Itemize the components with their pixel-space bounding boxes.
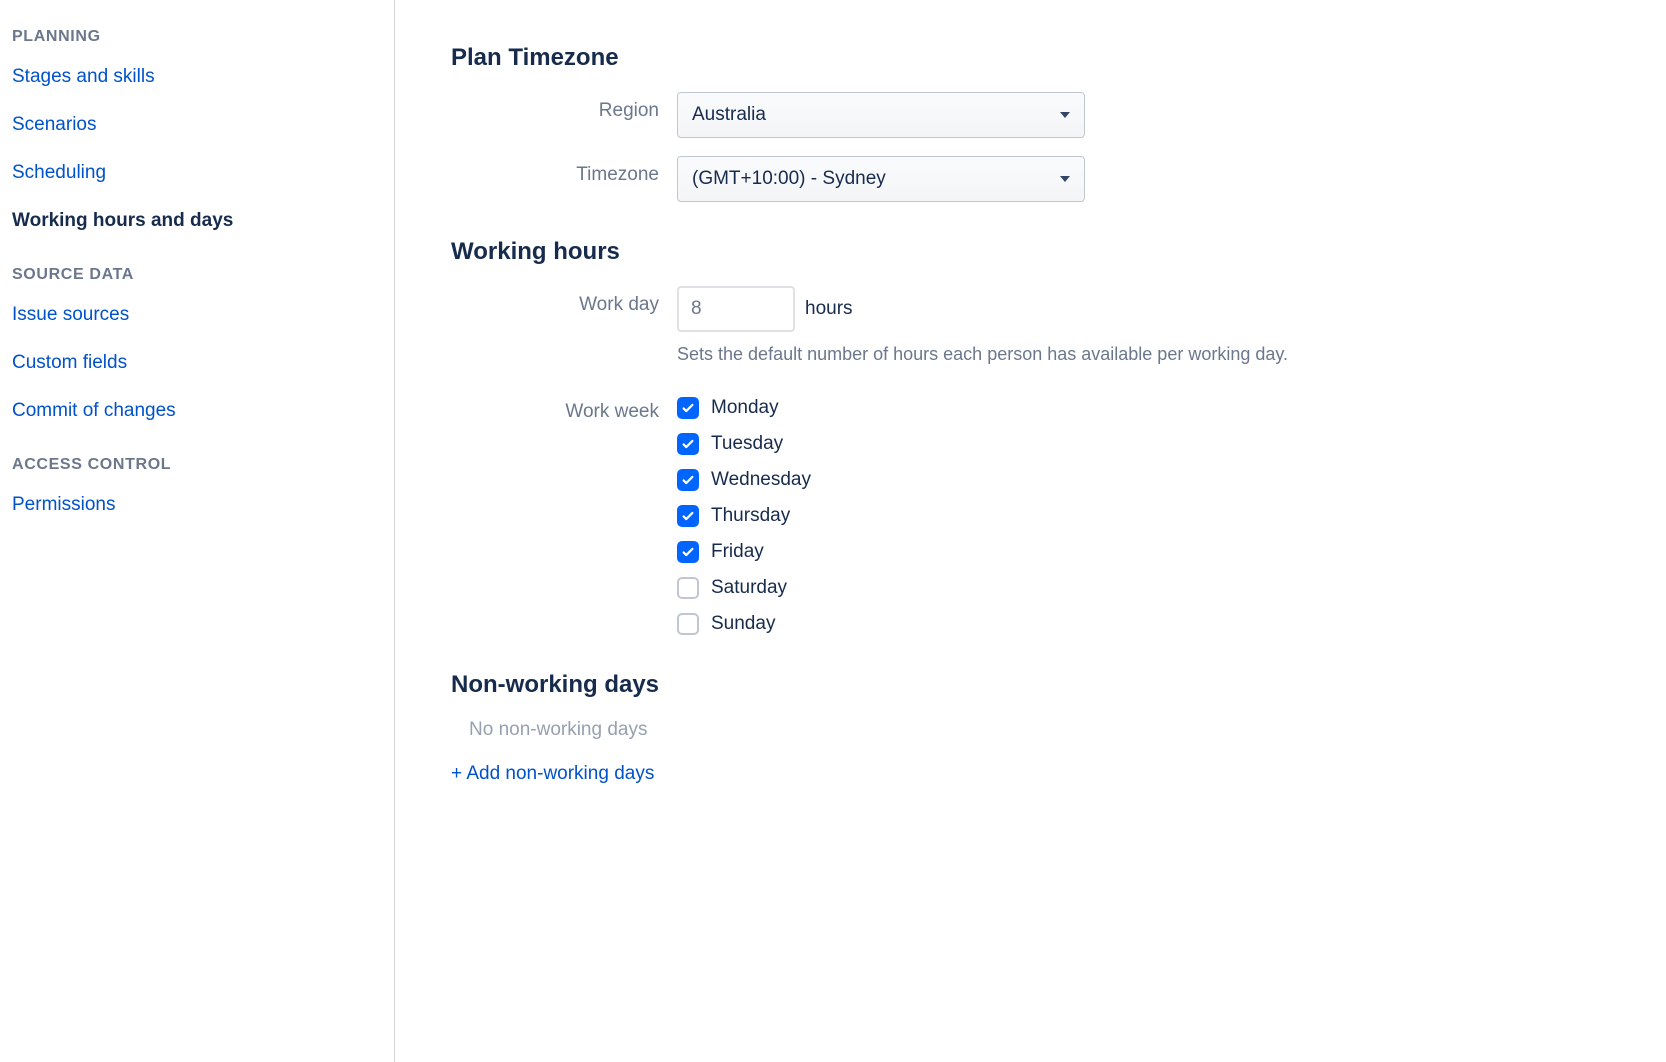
non-working-days-empty: No non-working days [469,719,1626,741]
timezone-label: Timezone [451,156,677,186]
workweek-checkbox-wednesday[interactable] [677,469,699,491]
workweek-label-friday: Friday [711,541,764,563]
check-icon [681,437,695,451]
work-day-help-text: Sets the default number of hours each pe… [677,344,1626,365]
working-hours-section: Working hours Work day hours Sets the de… [451,238,1626,635]
workweek-label-sunday: Sunday [711,613,775,635]
workweek-label-wednesday: Wednesday [711,469,811,491]
workweek-label-saturday: Saturday [711,577,787,599]
workweek-row-tuesday: Tuesday [677,433,1626,455]
chevron-down-icon [1060,176,1070,182]
workweek-row-thursday: Thursday [677,505,1626,527]
work-week-label: Work week [451,393,677,423]
timezone-select-value: (GMT+10:00) - Sydney [692,168,886,190]
workweek-label-thursday: Thursday [711,505,790,527]
work-day-input[interactable] [677,286,795,332]
sidebar-item-permissions[interactable]: Permissions [12,488,382,522]
plan-timezone-section: Plan Timezone Region Australia Timezone … [451,44,1626,202]
sidebar-section-header-access-control: ACCESS CONTROL [12,456,382,474]
workweek-checkbox-saturday[interactable] [677,577,699,599]
workweek-row-sunday: Sunday [677,613,1626,635]
workweek-row-wednesday: Wednesday [677,469,1626,491]
workweek-checkbox-thursday[interactable] [677,505,699,527]
non-working-days-title: Non-working days [451,671,1626,699]
workweek-checkbox-sunday[interactable] [677,613,699,635]
check-icon [681,545,695,559]
workweek-row-saturday: Saturday [677,577,1626,599]
working-hours-title: Working hours [451,238,1626,266]
check-icon [681,473,695,487]
sidebar-item-custom-fields[interactable]: Custom fields [12,346,382,380]
work-day-suffix: hours [805,298,853,320]
sidebar-section-header-planning: PLANNING [12,28,382,46]
workweek-checkbox-friday[interactable] [677,541,699,563]
sidebar-item-stages-and-skills[interactable]: Stages and skills [12,60,382,94]
main-content: Plan Timezone Region Australia Timezone … [395,0,1666,1062]
sidebar-item-issue-sources[interactable]: Issue sources [12,298,382,332]
workweek-row-friday: Friday [677,541,1626,563]
sidebar-item-working-hours-and-days[interactable]: Working hours and days [12,204,382,238]
non-working-days-section: Non-working days No non-working days + A… [451,671,1626,785]
region-select-value: Australia [692,104,766,126]
timezone-select[interactable]: (GMT+10:00) - Sydney [677,156,1085,202]
workweek-row-monday: Monday [677,397,1626,419]
chevron-down-icon [1060,112,1070,118]
sidebar: PLANNING Stages and skills Scenarios Sch… [0,0,395,1062]
workweek-checkbox-tuesday[interactable] [677,433,699,455]
sidebar-item-scheduling[interactable]: Scheduling [12,156,382,190]
sidebar-item-commit-of-changes[interactable]: Commit of changes [12,394,382,428]
region-label: Region [451,92,677,122]
workweek-label-tuesday: Tuesday [711,433,783,455]
workweek-label-monday: Monday [711,397,779,419]
sidebar-item-scenarios[interactable]: Scenarios [12,108,382,142]
work-week-list: Monday Tuesday Wednesday Thursday [677,393,1626,635]
workweek-checkbox-monday[interactable] [677,397,699,419]
check-icon [681,509,695,523]
add-non-working-days-link[interactable]: + Add non-working days [451,763,654,785]
region-select[interactable]: Australia [677,92,1085,138]
work-day-label: Work day [451,286,677,316]
check-icon [681,401,695,415]
sidebar-section-header-source-data: SOURCE DATA [12,266,382,284]
plan-timezone-title: Plan Timezone [451,44,1626,72]
